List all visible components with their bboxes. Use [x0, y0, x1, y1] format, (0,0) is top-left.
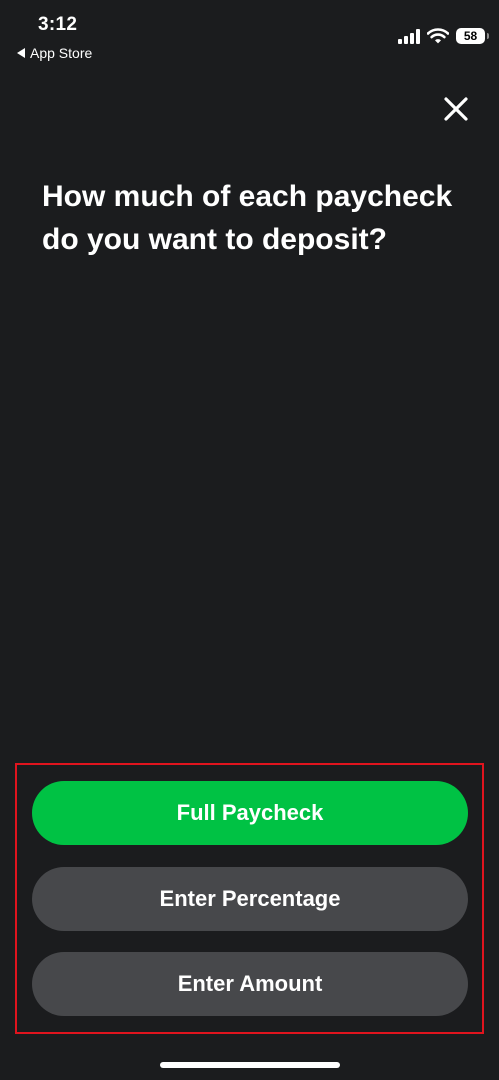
page-title: How much of each paycheck do you want to…	[42, 180, 453, 256]
enter-amount-button[interactable]: Enter Amount	[32, 952, 468, 1016]
back-arrow-icon	[17, 48, 25, 58]
cellular-signal-icon	[398, 28, 420, 44]
back-to-app-store[interactable]: App Store	[17, 45, 92, 61]
deposit-amount-screen: 3:12 App Store 58 How much of each paych…	[0, 0, 499, 1080]
deposit-options-panel: Full Paycheck Enter Percentage Enter Amo…	[15, 763, 484, 1034]
back-to-app-store-label: App Store	[30, 45, 93, 61]
close-button[interactable]	[439, 92, 473, 126]
enter-percentage-button[interactable]: Enter Percentage	[32, 867, 468, 931]
full-paycheck-button[interactable]: Full Paycheck	[32, 781, 468, 845]
close-icon	[444, 97, 468, 121]
home-indicator[interactable]	[160, 1062, 340, 1068]
battery-icon: 58	[456, 28, 489, 44]
wifi-icon	[427, 28, 449, 44]
status-indicators: 58	[398, 26, 489, 46]
status-time: 3:12	[38, 14, 78, 35]
battery-level: 58	[463, 29, 478, 43]
